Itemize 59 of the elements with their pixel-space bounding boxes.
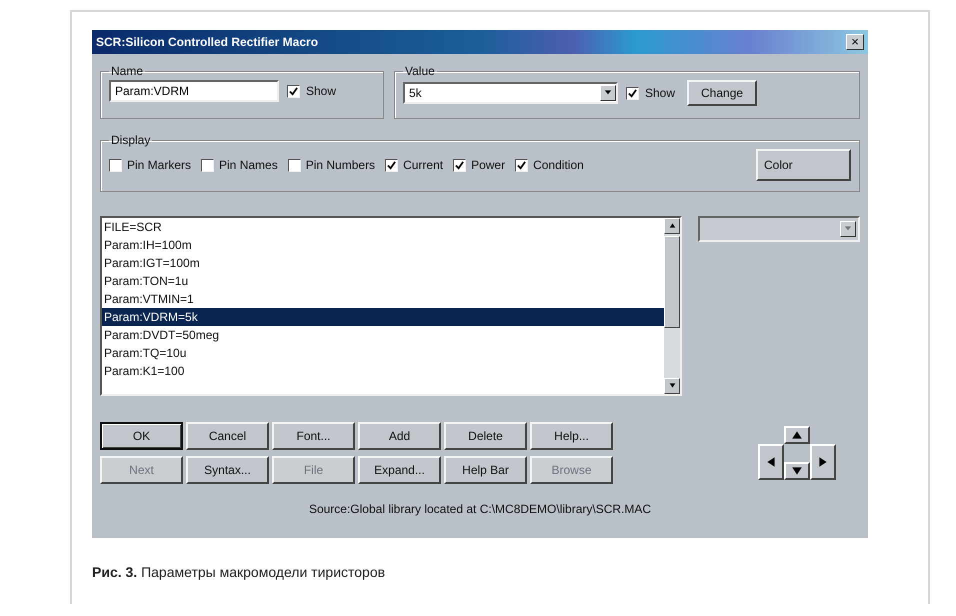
color-button[interactable]: Color: [756, 149, 851, 181]
scroll-down-icon: [668, 382, 676, 389]
show-checkbox[interactable]: [626, 86, 639, 100]
figure-caption: Рис. 3. Параметры макромодели тиристоров: [92, 564, 386, 580]
name-field[interactable]: Param:VDRM: [109, 80, 279, 102]
checkbox[interactable]: [385, 158, 398, 172]
change-button[interactable]: Change: [687, 80, 758, 106]
down-arrow-button[interactable]: [784, 462, 810, 480]
checkbox-label: Pin Names: [219, 158, 278, 172]
checkbox-label: Show: [645, 86, 676, 100]
show-checkbox[interactable]: [287, 84, 300, 98]
down-arrow-icon: [791, 465, 803, 477]
checkbox-label: Show: [306, 84, 336, 98]
list-item[interactable]: Param:IH=100m: [102, 236, 664, 254]
right-arrow-icon: [817, 456, 829, 468]
list-item[interactable]: Param:IGT=100m: [102, 254, 664, 272]
value-dropdown[interactable]: 5k: [403, 82, 618, 104]
checkbox[interactable]: [109, 158, 122, 172]
list-item[interactable]: Param:TQ=10u: [102, 344, 664, 362]
left-arrow-icon: [765, 456, 777, 468]
scroll-up-icon: [668, 222, 676, 229]
close-button[interactable]: ×: [846, 34, 864, 50]
dialog-button[interactable]: Syntax...: [186, 456, 269, 484]
dialog-button[interactable]: Delete: [444, 422, 527, 450]
up-arrow-button[interactable]: [784, 426, 810, 444]
dropdown-arrow-icon: [604, 88, 612, 96]
checkbox[interactable]: [515, 158, 528, 172]
source-path: Source:Global library located at C:\MC8DEMO\library\SCR.MAC: [308, 501, 652, 516]
up-arrow-icon: [791, 429, 803, 441]
dropdown-arrow-icon: [844, 224, 852, 232]
group-label: Name: [110, 64, 144, 78]
window-title: SCR:Silicon Controlled Rectifier Macro: [96, 35, 318, 49]
list-item[interactable]: Param:VDRM=5k: [102, 308, 664, 326]
checkbox-label: Pin Markers: [127, 158, 192, 172]
dialog-button[interactable]: Help...: [530, 422, 613, 450]
list-item[interactable]: Param:TON=1u: [102, 272, 664, 290]
checkbox[interactable]: [288, 158, 301, 172]
dialog-button[interactable]: OK: [100, 422, 183, 450]
group-label: Value: [404, 64, 436, 78]
dialog-button[interactable]: Cancel: [186, 422, 269, 450]
left-arrow-button[interactable]: [758, 444, 784, 480]
dialog-button[interactable]: Font...: [272, 422, 355, 450]
checkbox[interactable]: [201, 158, 214, 172]
checkbox-label: Pin Numbers: [306, 158, 376, 172]
list-item[interactable]: FILE=SCR: [102, 218, 664, 236]
dropdown[interactable]: [698, 216, 860, 242]
dialog-button[interactable]: Help Bar: [444, 456, 527, 484]
checkbox-label: Power: [471, 158, 506, 172]
right-arrow-button[interactable]: [810, 444, 836, 480]
checkbox-label: Condition: [533, 158, 584, 172]
dialog-button[interactable]: Expand...: [358, 456, 441, 484]
list-item[interactable]: Param:VTMIN=1: [102, 290, 664, 308]
checkbox-label: Current: [403, 158, 444, 172]
list-item[interactable]: Param:K1=100: [102, 362, 664, 380]
dialog-button[interactable]: Add: [358, 422, 441, 450]
checkbox[interactable]: [453, 158, 466, 172]
list-item[interactable]: Param:DVDT=50meg: [102, 326, 664, 344]
scrollbar[interactable]: [664, 218, 680, 394]
group-label: Display: [110, 133, 152, 147]
